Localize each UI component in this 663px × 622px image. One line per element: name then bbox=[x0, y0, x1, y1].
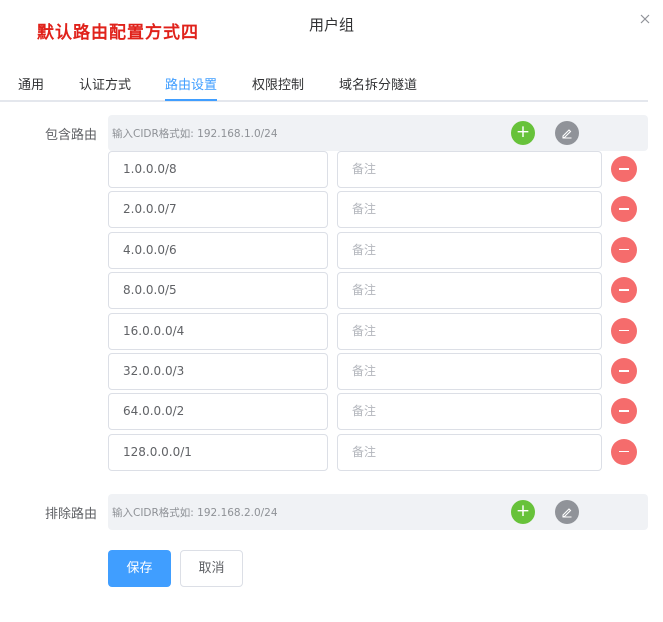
remove-route-button[interactable] bbox=[611, 277, 637, 304]
remove-route-button[interactable] bbox=[611, 156, 637, 182]
route-cidr-field[interactable]: 32.0.0.0/3 bbox=[108, 353, 328, 390]
route-note-field[interactable]: 备注 bbox=[337, 151, 602, 188]
route-note-placeholder: 备注 bbox=[352, 444, 377, 459]
add-include-route-button[interactable]: + bbox=[511, 121, 535, 145]
edit-icon bbox=[562, 508, 572, 518]
route-note-placeholder: 备注 bbox=[352, 202, 377, 217]
route-row: 32.0.0.0/3 备注 bbox=[108, 353, 648, 390]
cancel-button[interactable]: 取消 bbox=[180, 550, 243, 587]
route-cidr-field[interactable]: 128.0.0.0/1 bbox=[108, 433, 328, 471]
minus-icon bbox=[619, 450, 629, 453]
route-row: 64.0.0.0/2 备注 bbox=[108, 393, 648, 431]
tab-general[interactable]: 通用 bbox=[18, 74, 44, 93]
route-note-field[interactable]: 备注 bbox=[337, 231, 602, 269]
route-note-placeholder: 备注 bbox=[352, 242, 377, 257]
minus-icon bbox=[619, 370, 629, 372]
active-tab-indicator bbox=[165, 99, 217, 101]
route-note-field[interactable]: 备注 bbox=[337, 272, 602, 310]
tab-split-tunnel[interactable]: 域名拆分隧道 bbox=[339, 74, 417, 93]
exclude-route-input[interactable]: 输入CIDR格式如: 192.168.2.0/24 + bbox=[108, 494, 648, 530]
include-routes-label: 包含路由 bbox=[44, 128, 97, 143]
minus-icon bbox=[619, 329, 629, 332]
edit-exclude-routes-button[interactable] bbox=[555, 500, 579, 524]
add-exclude-route-button[interactable]: + bbox=[511, 500, 535, 524]
edit-include-routes-button[interactable] bbox=[555, 121, 579, 145]
route-cidr-field[interactable]: 64.0.0.0/2 bbox=[108, 393, 328, 431]
tab-permissions[interactable]: 权限控制 bbox=[252, 74, 304, 93]
route-row: 4.0.0.0/6 备注 bbox=[108, 231, 648, 269]
route-row: 1.0.0.0/8 备注 bbox=[108, 151, 648, 188]
tab-authentication[interactable]: 认证方式 bbox=[79, 74, 131, 93]
minus-icon bbox=[619, 168, 629, 170]
minus-icon bbox=[619, 248, 629, 251]
remove-route-button[interactable] bbox=[611, 438, 637, 465]
route-cidr-field[interactable]: 8.0.0.0/5 bbox=[108, 272, 328, 310]
remove-route-button[interactable] bbox=[611, 398, 637, 425]
route-note-field[interactable]: 备注 bbox=[337, 191, 602, 229]
remove-route-button[interactable] bbox=[611, 358, 637, 384]
route-note-placeholder: 备注 bbox=[352, 323, 377, 338]
minus-icon bbox=[619, 208, 629, 210]
minus-icon bbox=[619, 410, 629, 412]
include-route-placeholder: 输入CIDR格式如: 192.168.1.0/24 bbox=[112, 128, 278, 140]
remove-route-button[interactable] bbox=[611, 236, 637, 263]
minus-icon bbox=[619, 289, 629, 291]
route-note-field[interactable]: 备注 bbox=[337, 353, 602, 390]
route-cidr-field[interactable]: 1.0.0.0/8 bbox=[108, 151, 328, 188]
route-note-field[interactable]: 备注 bbox=[337, 312, 602, 350]
route-cidr-field[interactable]: 4.0.0.0/6 bbox=[108, 231, 328, 269]
route-row: 16.0.0.0/4 备注 bbox=[108, 312, 648, 350]
exclude-routes-label: 排除路由 bbox=[44, 507, 97, 522]
route-row: 128.0.0.0/1 备注 bbox=[108, 433, 648, 471]
route-note-placeholder: 备注 bbox=[352, 283, 377, 298]
edit-icon bbox=[562, 129, 572, 139]
route-note-field[interactable]: 备注 bbox=[337, 393, 602, 431]
save-button[interactable]: 保存 bbox=[108, 550, 171, 587]
tab-bar: 通用 认证方式 路由设置 权限控制 域名拆分隧道 bbox=[0, 62, 648, 102]
remove-route-button[interactable] bbox=[611, 317, 637, 344]
exclude-route-placeholder: 输入CIDR格式如: 192.168.2.0/24 bbox=[112, 507, 278, 519]
tab-routing[interactable]: 路由设置 bbox=[165, 74, 217, 93]
remove-route-button[interactable] bbox=[611, 196, 637, 223]
plus-icon: + bbox=[515, 501, 531, 521]
dialog-title: 用户组 bbox=[308, 16, 354, 34]
close-icon[interactable] bbox=[638, 12, 652, 26]
route-cidr-field[interactable]: 16.0.0.0/4 bbox=[108, 312, 328, 350]
route-note-placeholder: 备注 bbox=[352, 404, 377, 419]
route-note-placeholder: 备注 bbox=[352, 364, 377, 378]
route-row: 2.0.0.0/7 备注 bbox=[108, 191, 648, 229]
route-row: 8.0.0.0/5 备注 bbox=[108, 272, 648, 310]
route-note-field[interactable]: 备注 bbox=[337, 433, 602, 471]
include-route-input[interactable]: 输入CIDR格式如: 192.168.1.0/24 + bbox=[108, 115, 648, 151]
route-cidr-field[interactable]: 2.0.0.0/7 bbox=[108, 191, 328, 229]
plus-icon: + bbox=[515, 122, 531, 142]
route-note-placeholder: 备注 bbox=[352, 162, 377, 176]
